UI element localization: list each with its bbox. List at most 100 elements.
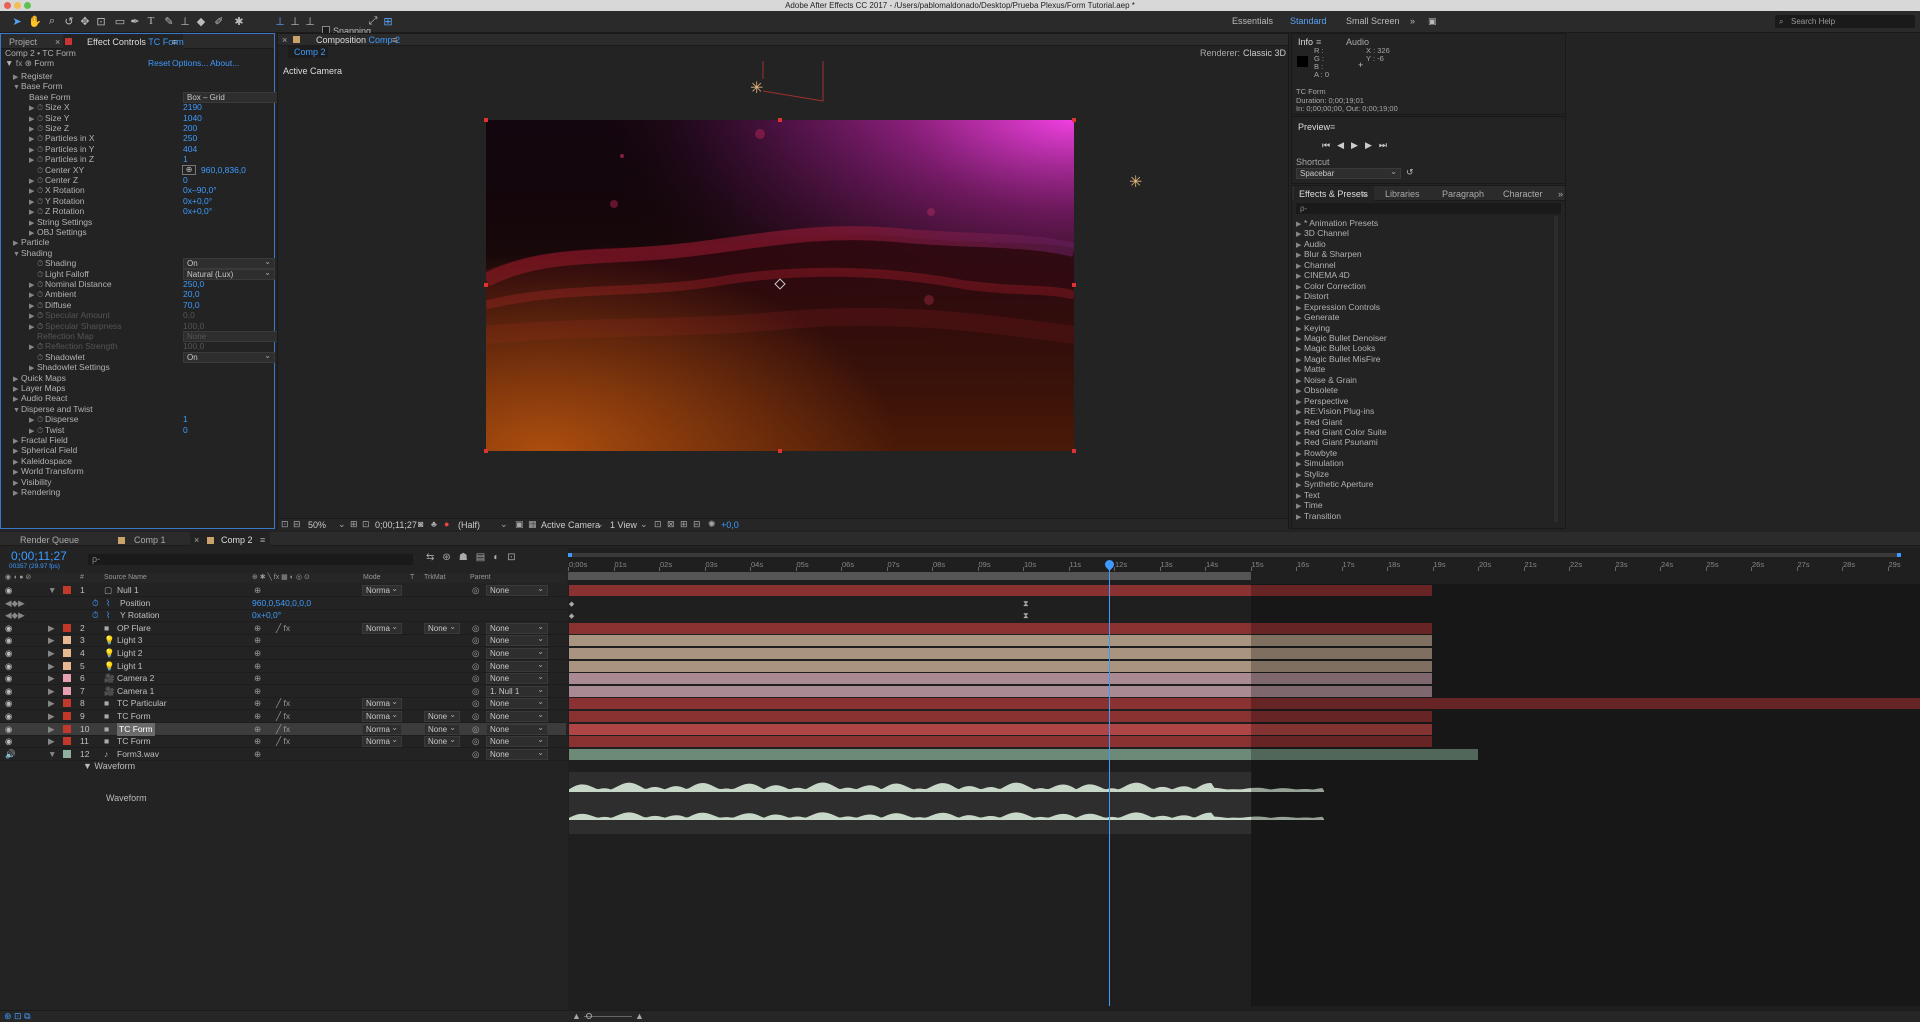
local-axis-icon[interactable]: ⊥ xyxy=(273,14,287,28)
tab-libraries[interactable]: Libraries xyxy=(1385,189,1420,199)
composition-viewer[interactable] xyxy=(486,120,1074,451)
snapshot-icon[interactable]: ◙ xyxy=(418,519,423,529)
workspace-small-screen[interactable]: Small Screen xyxy=(1346,16,1400,26)
play-icon[interactable]: ▶ xyxy=(1351,140,1365,150)
tab-character[interactable]: Character xyxy=(1503,189,1543,199)
label-color[interactable] xyxy=(63,686,71,695)
pick-whip-icon[interactable]: ◎ xyxy=(472,697,479,710)
workspace-menu-icon[interactable]: ▣ xyxy=(1428,16,1437,27)
eye-icon[interactable]: ◉ xyxy=(5,697,12,710)
pick-whip-icon[interactable]: ◎ xyxy=(472,685,479,698)
label-color[interactable] xyxy=(63,649,71,657)
reset-link[interactable]: Reset xyxy=(148,57,170,70)
tab-comp-1[interactable]: Comp 1 xyxy=(134,535,166,545)
col-source-name[interactable]: Source Name xyxy=(104,573,147,583)
keyframe-icon[interactable]: ⧗ xyxy=(1023,611,1029,621)
eye-icon[interactable]: ◉ xyxy=(5,622,12,635)
camera-select[interactable]: Active Camera xyxy=(541,520,600,530)
eye-icon[interactable]: ◉ xyxy=(5,710,12,723)
color-channel-icon[interactable]: ● xyxy=(444,519,449,529)
eye-icon[interactable]: ◉ xyxy=(5,584,12,597)
layer-row[interactable]: ◉ ▶ 9 ■ TC Form ⊕ ╱ fx Norma None ◎ None xyxy=(0,710,566,723)
fx-switch-icon[interactable]: ╱ fx xyxy=(276,622,290,635)
collapse-arrow-icon[interactable]: ▼ xyxy=(13,404,21,417)
parent-select[interactable]: None xyxy=(486,710,548,722)
last-frame-icon[interactable]: ⏭ xyxy=(1379,140,1394,150)
snap-option-icon[interactable]: ⤢ xyxy=(366,14,380,28)
graph-editor-icon[interactable]: ⊡ xyxy=(507,552,523,563)
handle-bl[interactable] xyxy=(484,449,488,453)
label-color[interactable] xyxy=(63,636,71,645)
chevron-down-icon[interactable]: ⌄ xyxy=(596,519,604,530)
close-comp-icon[interactable]: × xyxy=(282,35,287,45)
blend-mode-select[interactable]: Norma xyxy=(362,710,402,722)
close-tab-icon[interactable]: × xyxy=(55,37,60,47)
handle-r[interactable] xyxy=(1072,283,1076,287)
prev-frame-icon[interactable]: ◀ xyxy=(1337,140,1351,150)
region-icon[interactable]: ⊡ xyxy=(362,519,370,530)
expand-arrow-icon[interactable]: ▶ xyxy=(48,660,55,673)
shy-switch-icon[interactable]: ⊕ xyxy=(254,697,261,710)
label-color[interactable] xyxy=(63,623,71,632)
blend-mode-select[interactable]: Norma xyxy=(362,697,402,710)
shy-switch-icon[interactable]: ⊕ xyxy=(254,685,261,698)
snap-grid-icon[interactable]: ⊞ xyxy=(381,14,395,28)
handle-b[interactable] xyxy=(778,449,782,453)
shy-switch-icon[interactable]: ⊕ xyxy=(254,622,261,635)
label-color[interactable] xyxy=(63,737,71,746)
workspace-essentials[interactable]: Essentials xyxy=(1232,16,1273,26)
chevron-down-icon[interactable]: ⌄ xyxy=(640,519,648,530)
transparency-grid-icon[interactable]: ▦ xyxy=(528,519,537,530)
label-color[interactable] xyxy=(63,586,71,594)
parent-select[interactable]: None xyxy=(486,660,548,672)
expand-arrow-icon[interactable]: ▶ xyxy=(1296,511,1304,524)
label-color[interactable] xyxy=(63,712,71,720)
fx-switch-icon[interactable]: ╱ fx xyxy=(276,735,290,748)
label-color[interactable] xyxy=(63,674,71,683)
track-matte-select[interactable]: None xyxy=(424,622,460,634)
comp-mini-flowchart-icon[interactable]: ⇆ xyxy=(426,552,442,563)
blend-mode-select[interactable]: Norma xyxy=(362,622,402,634)
graph-icon[interactable]: ⌇ xyxy=(106,597,110,610)
rectangle-tool-icon[interactable]: ▭ xyxy=(113,14,127,28)
eye-icon[interactable]: ◉ xyxy=(5,660,12,673)
layer-name[interactable]: Camera 2 xyxy=(117,672,154,685)
comp-subtab[interactable]: Comp 2 xyxy=(288,46,328,58)
layer-name[interactable]: TC Form xyxy=(117,710,151,723)
blend-mode-select[interactable]: Norma xyxy=(362,723,402,735)
expand-arrow-icon[interactable]: ▶ xyxy=(48,647,55,660)
property-row[interactable]: ◀◆▶ ⏱ ⌇ Position 960,0,540,0,0,0 xyxy=(0,597,566,610)
stopwatch-icon[interactable]: ⏱ xyxy=(92,609,99,622)
type-tool-icon[interactable]: T xyxy=(144,14,158,28)
shy-switch-icon[interactable]: ⊕ xyxy=(254,584,261,597)
graph-icon[interactable]: ⌇ xyxy=(106,609,110,622)
effect-category[interactable]: ▶ Transition xyxy=(1296,510,1341,523)
work-area-bar[interactable] xyxy=(568,572,1251,580)
effect-prop-value[interactable]: 0x+0,0° xyxy=(183,205,212,218)
layer-name[interactable]: Form3.wav xyxy=(117,748,159,761)
parent-select[interactable]: None xyxy=(486,584,548,596)
expand-arrow-icon[interactable]: ▶ xyxy=(48,622,55,635)
property-value[interactable]: 0x+0,0° xyxy=(252,609,281,622)
shy-switch-icon[interactable]: ⊕ xyxy=(254,735,261,748)
more-workspaces-icon[interactable]: » xyxy=(1410,16,1415,26)
views-select[interactable]: 1 View xyxy=(610,520,637,530)
effect-prop-dropdown[interactable]: On xyxy=(183,351,275,363)
parent-select[interactable]: None xyxy=(486,672,548,685)
panel-menu-icon[interactable]: ≡ xyxy=(172,37,177,47)
waveform-group[interactable]: ▼ Waveform xyxy=(83,761,135,771)
expand-arrow-icon[interactable]: ▶ xyxy=(48,685,55,698)
label-color[interactable] xyxy=(63,749,71,758)
brush-tool-icon[interactable]: ✎ xyxy=(162,14,176,28)
collapse-arrow-icon[interactable]: ▼ xyxy=(13,248,21,261)
layer-name[interactable]: Null 1 xyxy=(117,584,139,597)
selection-tool-icon[interactable]: ➤ xyxy=(10,14,24,28)
pick-whip-icon[interactable]: ◎ xyxy=(472,660,479,673)
layer-row[interactable]: ◉ ▶ 5 💡 Light 1 ⊕ ◎ None xyxy=(0,660,566,673)
label-color[interactable] xyxy=(63,661,71,670)
shy-switch-icon[interactable]: ⊕ xyxy=(254,672,261,685)
fast-preview-icon[interactable]: ▣ xyxy=(515,519,524,530)
zoom-in-icon[interactable]: ▲ xyxy=(635,1011,644,1021)
rotate-tool-icon[interactable]: ↺ xyxy=(62,14,76,28)
blend-mode-select[interactable]: Norma xyxy=(362,735,402,748)
